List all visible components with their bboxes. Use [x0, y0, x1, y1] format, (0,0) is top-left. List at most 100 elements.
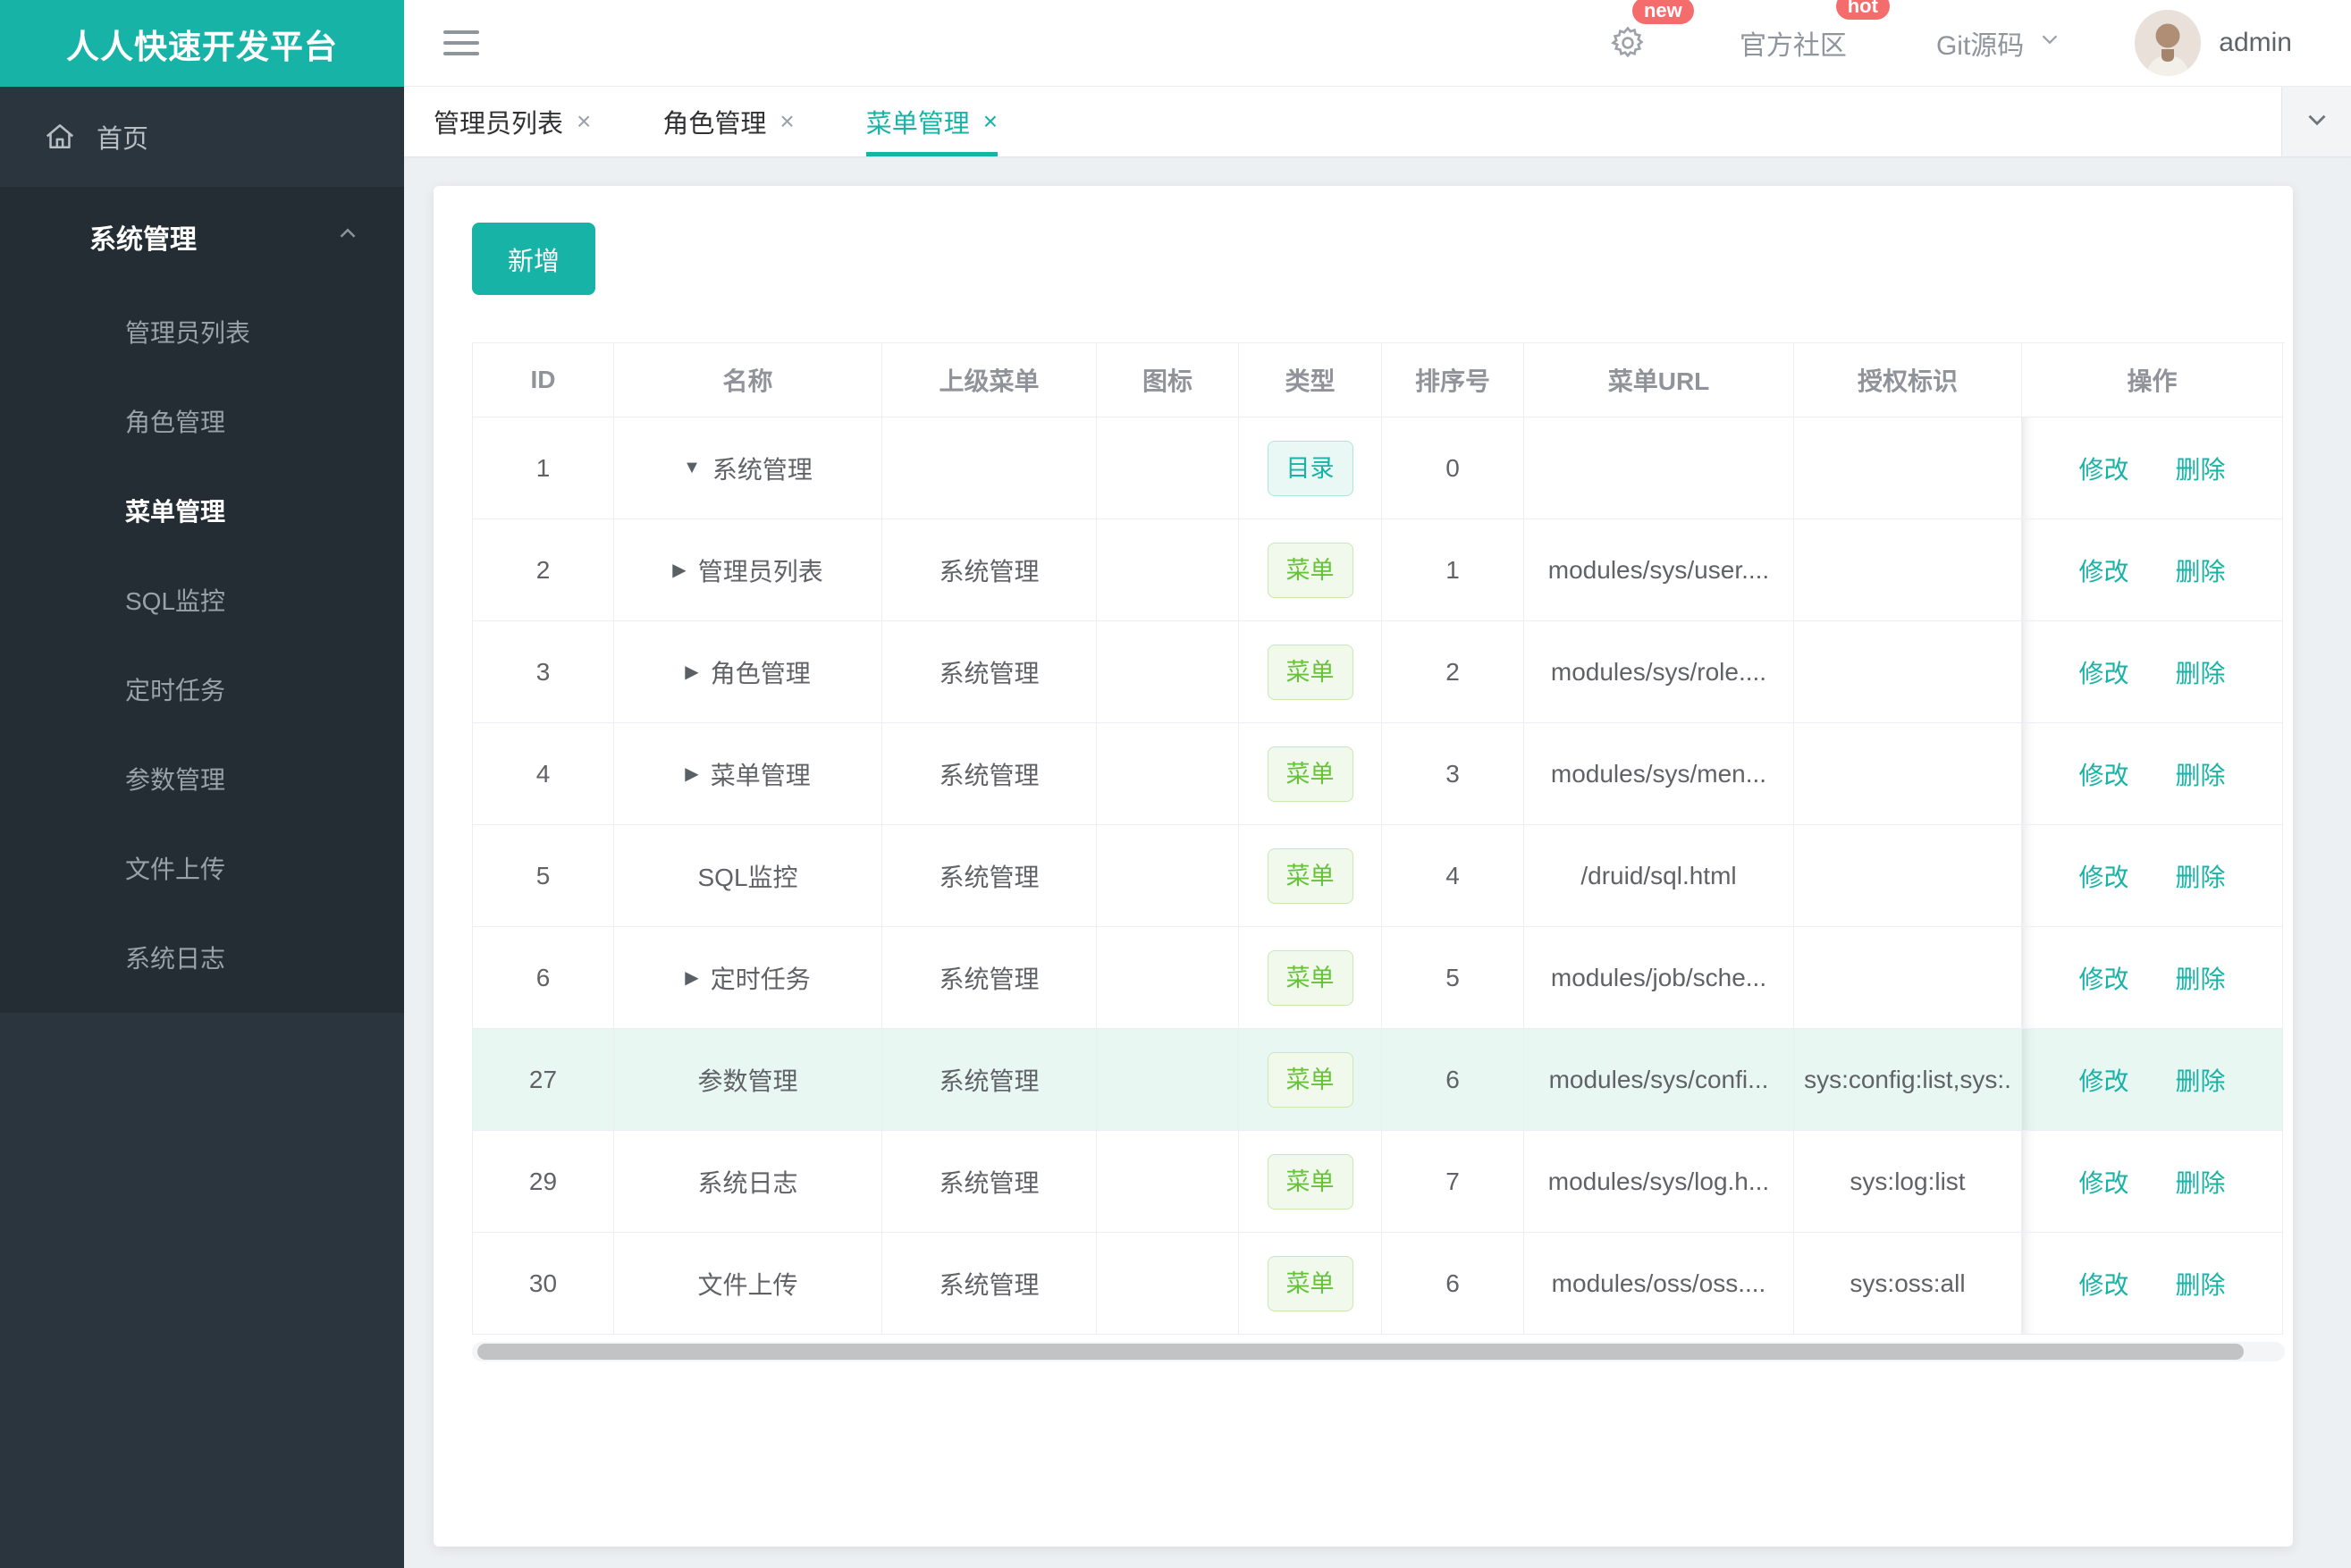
column-header: 上级菜单: [882, 343, 1097, 417]
settings-button[interactable]: new: [1609, 0, 1694, 62]
tab-close-icon[interactable]: ×: [577, 109, 591, 134]
sidebar-item-文件上传[interactable]: 文件上传: [0, 823, 404, 913]
menu-name: 管理员列表: [697, 557, 823, 586]
expand-arrow-icon[interactable]: ▶: [672, 559, 686, 581]
menu-url: /druid/sql.html: [1580, 861, 1737, 889]
parent-menu: 系统管理: [939, 863, 1040, 891]
table-row[interactable]: 30 文件上传 系统管理 菜单 6 modules/oss/oss.... sy…: [473, 1233, 2285, 1335]
row-id: 5: [535, 861, 551, 889]
tab-角色管理[interactable]: 角色管理 ×: [662, 87, 794, 156]
sidebar-item-参数管理[interactable]: 参数管理: [0, 734, 404, 823]
table-header-row: ID 名称 上级菜单 图标 类型 排序号 菜单URL 授权标识 操作: [473, 343, 2285, 417]
sidebar-toggle-icon[interactable]: [443, 23, 479, 63]
table-row[interactable]: 27 参数管理 系统管理 菜单 6 modules/sys/confi... s…: [473, 1029, 2285, 1131]
icon-cell: [1097, 723, 1239, 825]
edit-link[interactable]: 修改: [2078, 451, 2128, 486]
row-id: 29: [528, 1167, 558, 1195]
column-header: 名称: [614, 343, 882, 417]
row-id: 4: [535, 759, 551, 788]
edit-link[interactable]: 修改: [2078, 552, 2128, 588]
community-link[interactable]: hot 官方社区: [1740, 0, 1890, 63]
sidebar-item-home[interactable]: 首页: [0, 87, 404, 187]
tab-菜单管理[interactable]: 菜单管理 ×: [865, 87, 999, 156]
sidebar-item-管理员列表[interactable]: 管理员列表: [0, 287, 404, 376]
row-id: 3: [535, 657, 551, 686]
edit-link[interactable]: 修改: [2078, 858, 2128, 894]
tabs: 管理员列表 × 角色管理 × 菜单管理 ×: [434, 87, 1069, 156]
horizontal-scrollbar-thumb[interactable]: [477, 1344, 2244, 1360]
table-row[interactable]: 2 ▶ 管理员列表 系统管理 菜单 1 modules/sys/user....…: [473, 519, 2285, 621]
type-badge: 菜单: [1267, 746, 1353, 802]
menu-name: 定时任务: [710, 965, 811, 993]
menu-table: ID 名称 上级菜单 图标 类型 排序号 菜单URL 授权标识 操作 1 ▼ 系统管理 目录 0…: [472, 342, 2285, 1335]
chevron-up-icon: [334, 220, 361, 254]
perm-tag: sys:log:list: [1850, 1167, 1966, 1195]
sidebar-submenu-system: 系统管理 管理员列表 角色管理 菜单管理 SQL监控 定时任务 参数管理 文件上传 系统日志: [0, 187, 404, 1013]
column-header: 操作: [2021, 343, 2283, 417]
edit-link[interactable]: 修改: [2078, 1062, 2128, 1098]
menu-url: modules/oss/oss....: [1551, 1269, 1766, 1297]
parent-menu: 系统管理: [939, 965, 1040, 993]
edit-link[interactable]: 修改: [2078, 960, 2128, 996]
user-menu[interactable]: admin: [2135, 10, 2292, 76]
chevron-down-icon: [2024, 26, 2063, 60]
menu-name: 角色管理: [710, 659, 811, 687]
order-number: 2: [1445, 657, 1460, 686]
git-source-dropdown[interactable]: Git源码: [1936, 23, 2063, 63]
table-row[interactable]: 1 ▼ 系统管理 目录 0 修改 删除: [473, 417, 2285, 519]
content-area: 新增 ID 名称 上级菜单 图标 类型 排序号 菜单URL 授权标识 操作 1 ▼ 系统管理 目…: [404, 158, 2351, 1568]
sidebar-home-label: 首页: [97, 125, 149, 154]
gear-icon: [1609, 24, 1647, 62]
tabs-dropdown-button[interactable]: [2281, 87, 2351, 156]
add-button[interactable]: 新增: [472, 223, 595, 295]
delete-link[interactable]: 删除: [2176, 960, 2226, 996]
delete-link[interactable]: 删除: [2176, 552, 2226, 588]
column-header: 类型: [1239, 343, 1382, 417]
table-row[interactable]: 4 ▶ 菜单管理 系统管理 菜单 3 modules/sys/men... 修改…: [473, 723, 2285, 825]
delete-link[interactable]: 删除: [2176, 654, 2226, 690]
menu-name: 菜单管理: [710, 761, 811, 789]
sidebar-item-菜单管理[interactable]: 菜单管理: [0, 466, 404, 555]
delete-link[interactable]: 删除: [2176, 1062, 2226, 1098]
column-header: 图标: [1097, 343, 1239, 417]
sidebar-item-定时任务[interactable]: 定时任务: [0, 645, 404, 734]
type-badge: 菜单: [1267, 542, 1353, 598]
menu-url: modules/job/sche...: [1550, 963, 1767, 991]
menu-url: modules/sys/men...: [1550, 759, 1767, 788]
sidebar-item-系统日志[interactable]: 系统日志: [0, 913, 404, 1002]
table-row[interactable]: 6 ▶ 定时任务 系统管理 菜单 5 modules/job/sche... 修…: [473, 927, 2285, 1029]
delete-link[interactable]: 删除: [2176, 756, 2226, 792]
icon-cell: [1097, 1131, 1239, 1233]
tab-管理员列表[interactable]: 管理员列表 ×: [434, 87, 591, 156]
table-row[interactable]: 3 ▶ 角色管理 系统管理 菜单 2 modules/sys/role.... …: [473, 621, 2285, 723]
sidebar-item-角色管理[interactable]: 角色管理: [0, 376, 404, 466]
expand-arrow-icon[interactable]: ▶: [685, 966, 698, 989]
expand-arrow-icon[interactable]: ▶: [685, 661, 698, 683]
sidebar-item-SQL监控[interactable]: SQL监控: [0, 555, 404, 645]
edit-link[interactable]: 修改: [2078, 1266, 2128, 1302]
row-id: 27: [528, 1065, 558, 1093]
delete-link[interactable]: 删除: [2176, 858, 2226, 894]
column-header: 授权标识: [1794, 343, 2022, 417]
table-row[interactable]: 5 SQL监控 系统管理 菜单 4 /druid/sql.html 修改 删除: [473, 825, 2285, 927]
topbar: new hot 官方社区 Git源码 admin: [404, 0, 2351, 87]
perm-tag: sys:oss:all: [1850, 1269, 1966, 1297]
delete-link[interactable]: 删除: [2176, 451, 2226, 486]
edit-link[interactable]: 修改: [2078, 1164, 2128, 1200]
sidebar-submenu-title[interactable]: 系统管理: [0, 187, 404, 287]
parent-menu: 系统管理: [939, 1168, 1040, 1197]
parent-menu: 系统管理: [939, 659, 1040, 687]
parent-menu: 系统管理: [939, 1066, 1040, 1095]
edit-link[interactable]: 修改: [2078, 654, 2128, 690]
avatar: [2135, 10, 2202, 76]
menu-url: modules/sys/log.h...: [1547, 1167, 1770, 1195]
delete-link[interactable]: 删除: [2176, 1266, 2226, 1302]
expand-arrow-icon[interactable]: ▶: [685, 763, 698, 785]
table-row[interactable]: 29 系统日志 系统管理 菜单 7 modules/sys/log.h... s…: [473, 1131, 2285, 1233]
type-badge: 菜单: [1267, 644, 1353, 700]
delete-link[interactable]: 删除: [2176, 1164, 2226, 1200]
tab-close-icon[interactable]: ×: [983, 109, 998, 134]
tab-close-icon[interactable]: ×: [779, 109, 794, 134]
edit-link[interactable]: 修改: [2078, 756, 2128, 792]
expand-arrow-icon[interactable]: ▼: [683, 458, 701, 478]
